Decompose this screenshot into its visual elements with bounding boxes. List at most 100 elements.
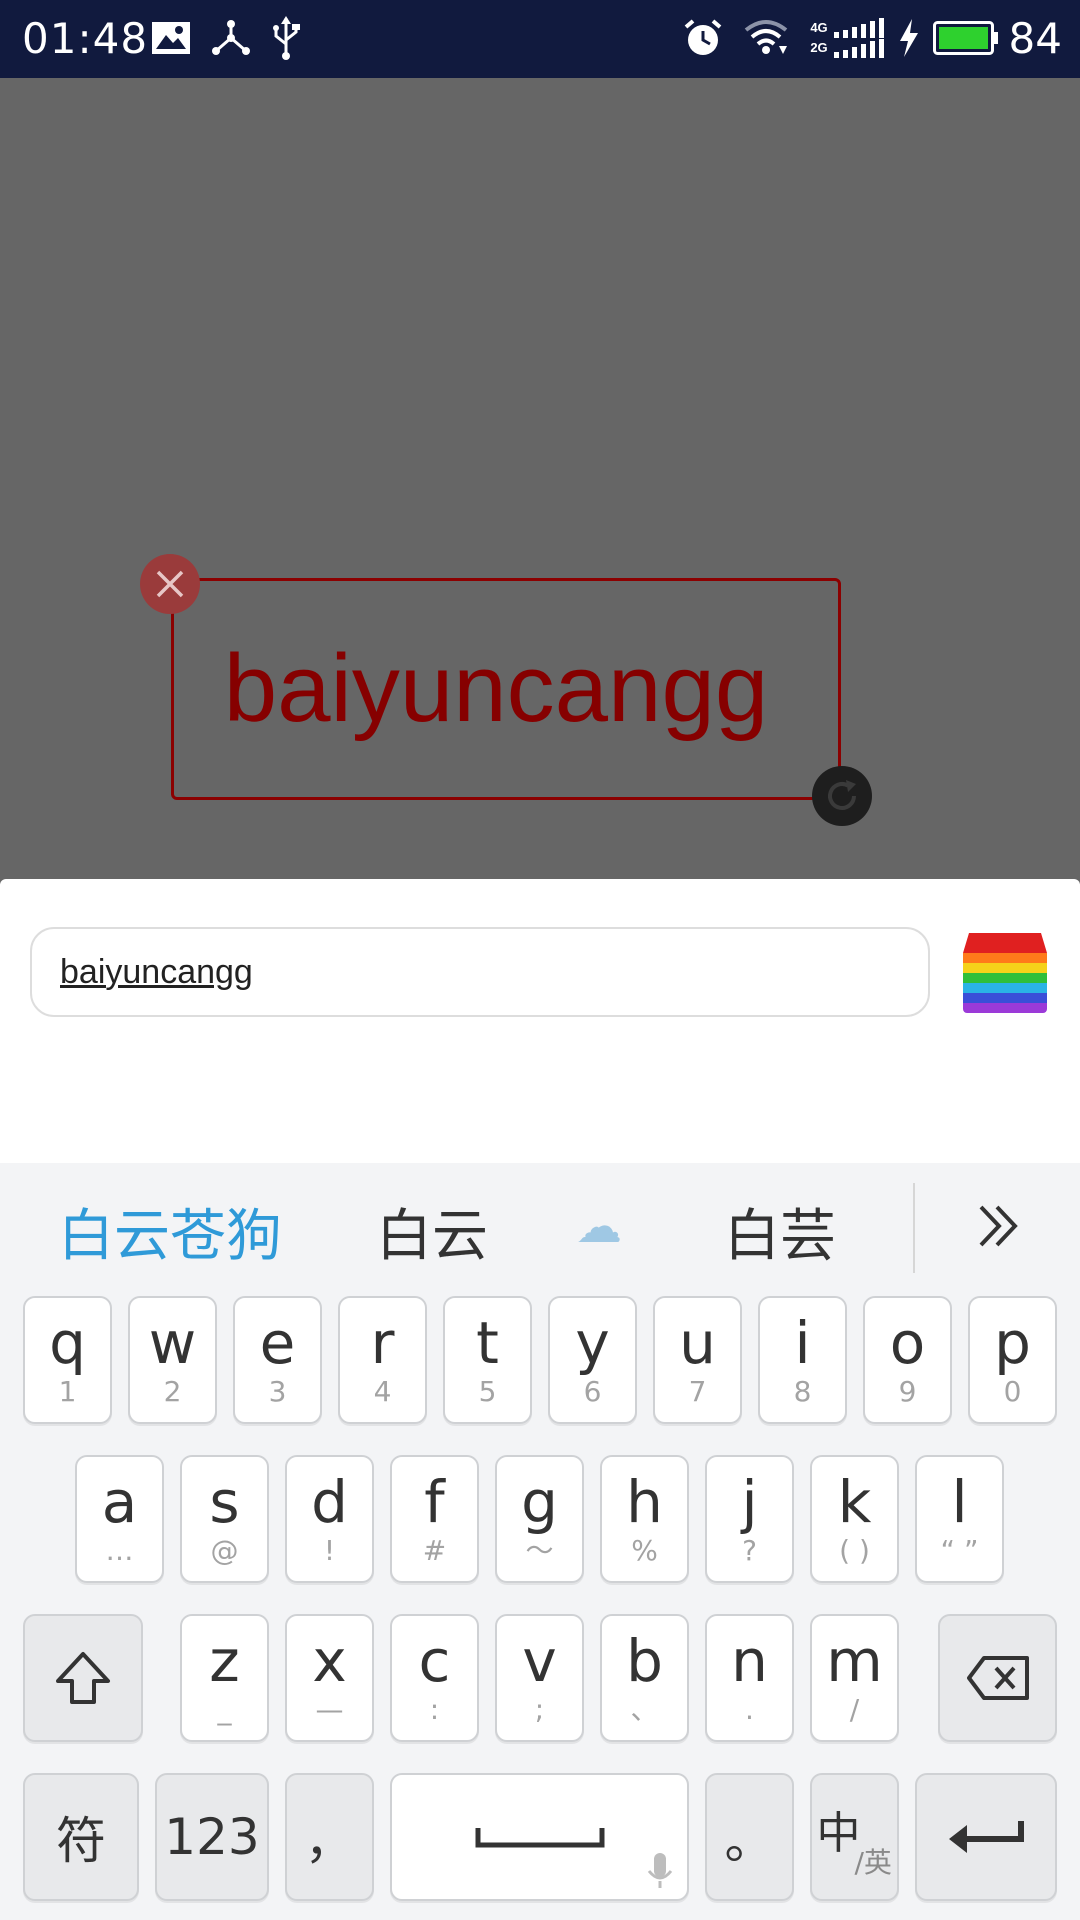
key-sub-label: 4 (373, 1375, 392, 1408)
key-t[interactable]: t5 (443, 1296, 532, 1424)
key-main-label: h (626, 1468, 663, 1536)
text-input-panel: baiyuncangg (0, 879, 1080, 1163)
key-n[interactable]: n. (705, 1614, 794, 1742)
key-b[interactable]: b、 (600, 1614, 689, 1742)
candidate-2[interactable]: 白云 (376, 1191, 488, 1272)
key-sub-label: ( ) (839, 1534, 870, 1567)
key-l[interactable]: l “ ” (915, 1455, 1004, 1583)
wifi-icon (742, 14, 790, 62)
backspace-icon[interactable] (938, 1614, 1057, 1742)
status-bar: 01:48 4G 2G 84 (0, 0, 1080, 78)
key-sub-label: 6 (583, 1375, 602, 1408)
key-main-label: p (994, 1309, 1031, 1377)
key-k[interactable]: k( ) (810, 1455, 899, 1583)
sticker-canvas[interactable]: baiyuncangg (0, 78, 1080, 879)
ime-keyboard: 白云苍狗 白云 ☁ 白芸 q1 w2 e3 r4 t5 y6 u7 i8 o9 … (0, 1163, 1080, 1920)
double-chevron-right-icon[interactable] (968, 1201, 1028, 1251)
share-nodes-icon (210, 14, 252, 62)
candidate-4[interactable]: 白芸 (724, 1191, 836, 1272)
key-u[interactable]: u7 (653, 1296, 742, 1424)
enter-icon[interactable] (915, 1773, 1057, 1901)
battery-icon (932, 14, 1000, 62)
alarm-icon (682, 14, 724, 62)
language-switch-key[interactable]: 中 /英 (810, 1773, 899, 1901)
key-sub-label: 8 (793, 1375, 812, 1408)
key-sub-label: ; (534, 1693, 545, 1726)
key-main-label: i (794, 1309, 811, 1377)
key-i[interactable]: i8 (758, 1296, 847, 1424)
key-main-label: n (731, 1627, 768, 1695)
symbols-key[interactable]: 符 (23, 1773, 139, 1901)
key-a[interactable]: a… (75, 1455, 164, 1583)
numbers-key[interactable]: 123 (155, 1773, 269, 1901)
key-j[interactable]: j? (705, 1455, 794, 1583)
key-sub-label: 9 (898, 1375, 917, 1408)
key-main-label: o (889, 1309, 926, 1377)
key-main-label: q (49, 1309, 86, 1377)
key-main-label: k (837, 1468, 872, 1536)
key-g[interactable]: g ～ (495, 1455, 584, 1583)
key-sub-label: 2 (163, 1375, 182, 1408)
key-sub-label: _ (217, 1693, 232, 1726)
battery-percent: 84 (1008, 14, 1062, 63)
status-time: 01:48 (22, 14, 149, 63)
key-sub-label: : (429, 1693, 440, 1726)
sticker-text-input[interactable]: baiyuncangg (30, 927, 930, 1017)
key-m[interactable]: m / (810, 1614, 899, 1742)
key-main-label: v (522, 1627, 557, 1695)
key-z[interactable]: z _ (180, 1614, 269, 1742)
key-sub-label: “ ” (940, 1534, 979, 1567)
rotate-icon[interactable] (812, 766, 872, 826)
key-w[interactable]: w2 (128, 1296, 217, 1424)
key-main-label: f (424, 1468, 445, 1536)
shift-icon[interactable] (23, 1614, 143, 1742)
key-main-label: y (575, 1309, 610, 1377)
key-sub-label: # (422, 1534, 447, 1567)
candidate-1[interactable]: 白云苍狗 (58, 1191, 282, 1272)
key-h[interactable]: h% (600, 1455, 689, 1583)
text-sticker[interactable]: baiyuncangg (171, 578, 841, 800)
signal-icon: 4G 2G (808, 14, 888, 62)
microphone-icon (647, 1853, 673, 1888)
key-p[interactable]: p0 (968, 1296, 1057, 1424)
key-sub-label: / (849, 1693, 860, 1726)
key-main-label: s (209, 1468, 240, 1536)
key-sub-label: 0 (1003, 1375, 1022, 1408)
key-main-label: a (101, 1468, 138, 1536)
key-main-label: j (741, 1468, 758, 1536)
network-label-2g: 2G (810, 40, 828, 55)
key-sub-label: @ (210, 1534, 239, 1567)
key-main-label: r (370, 1309, 395, 1377)
space-key[interactable] (390, 1773, 689, 1901)
key-main-label: e (259, 1309, 296, 1377)
close-icon[interactable] (140, 554, 200, 614)
rainbow-color-icon[interactable] (963, 929, 1047, 1013)
key-r[interactable]: r4 (338, 1296, 427, 1424)
comma-key[interactable]: ， (285, 1773, 374, 1901)
key-sub-label: % (631, 1534, 658, 1567)
charging-icon (896, 14, 922, 62)
key-main-label: b (626, 1627, 663, 1695)
key-x[interactable]: x — (285, 1614, 374, 1742)
key-sub-label: — (315, 1693, 344, 1726)
sticker-text: baiyuncangg (223, 635, 769, 742)
key-c[interactable]: c: (390, 1614, 479, 1742)
key-sub-label: ? (742, 1534, 757, 1567)
key-e[interactable]: e3 (233, 1296, 322, 1424)
key-sub-label: 、 (630, 1693, 659, 1726)
candidate-bar: 白云苍狗 白云 ☁ 白芸 (0, 1163, 1080, 1288)
key-sub-label: 7 (688, 1375, 707, 1408)
key-y[interactable]: y6 (548, 1296, 637, 1424)
key-o[interactable]: o9 (863, 1296, 952, 1424)
candidate-3[interactable]: ☁ (576, 1199, 622, 1253)
period-key[interactable]: 。 (705, 1773, 794, 1901)
candidate-separator (913, 1183, 915, 1273)
key-q[interactable]: q1 (23, 1296, 112, 1424)
key-d[interactable]: d! (285, 1455, 374, 1583)
network-label-4g: 4G (810, 20, 828, 35)
key-v[interactable]: v; (495, 1614, 584, 1742)
key-main-label: w (148, 1309, 197, 1377)
key-f[interactable]: f # (390, 1455, 479, 1583)
input-value: baiyuncangg (60, 952, 253, 991)
key-s[interactable]: s @ (180, 1455, 269, 1583)
